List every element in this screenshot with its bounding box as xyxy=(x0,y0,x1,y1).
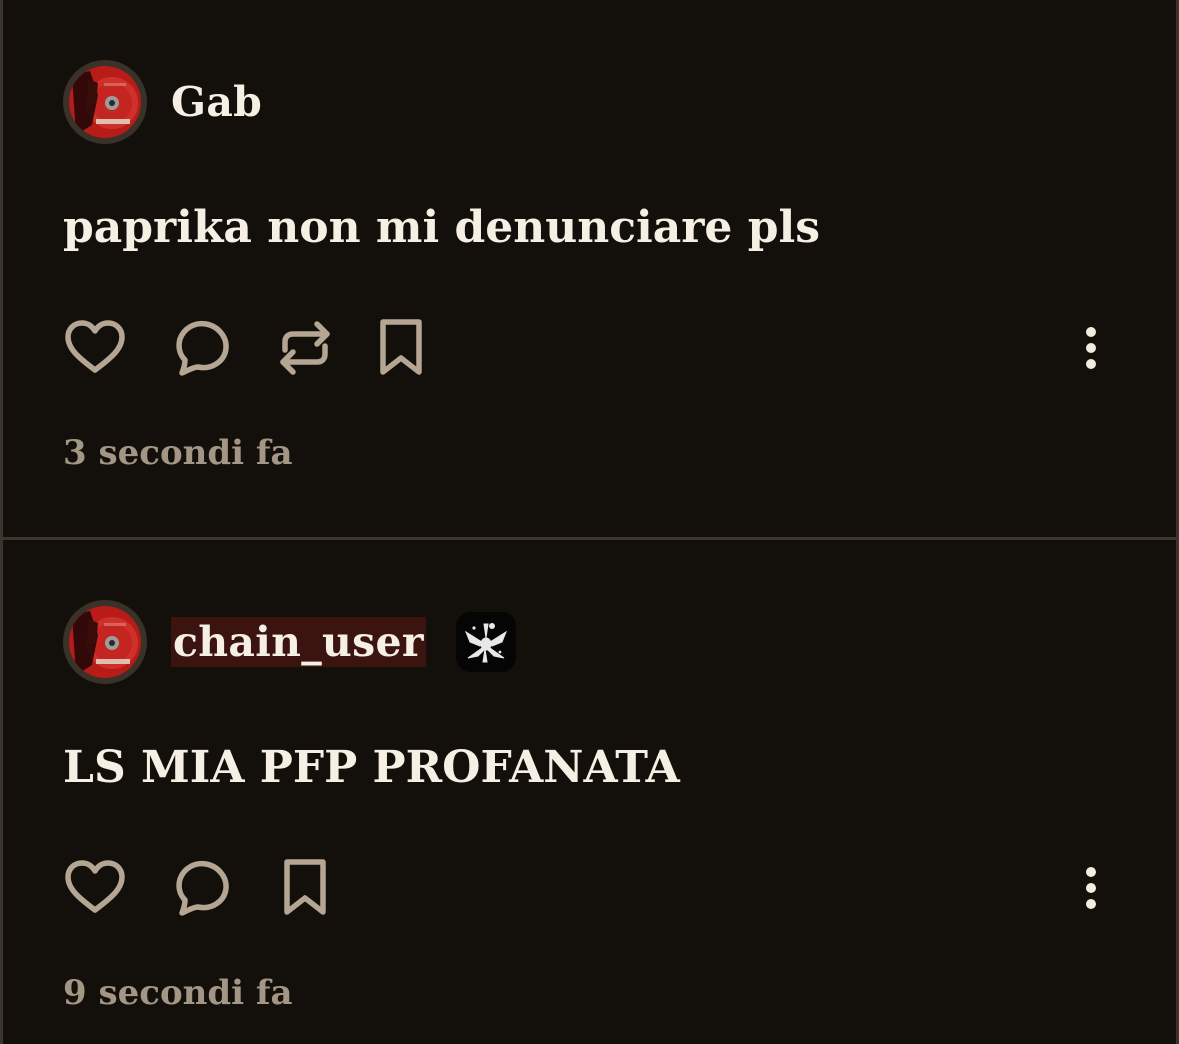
bookmark-button[interactable] xyxy=(369,316,433,380)
post-header: Gab xyxy=(63,60,262,144)
avatar[interactable] xyxy=(63,60,147,144)
username[interactable]: Gab xyxy=(171,77,262,127)
post-text: paprika non mi denunciare pls xyxy=(63,202,820,253)
more-options-button[interactable] xyxy=(1059,856,1123,920)
soldier-badge-icon xyxy=(464,623,507,663)
post: Gab paprika non mi denunciare pls 3 seco… xyxy=(3,0,1176,537)
bookmark-button[interactable] xyxy=(273,856,337,920)
post-timestamp: 3 secondi fa xyxy=(63,433,293,473)
more-vertical-icon xyxy=(1086,867,1096,909)
comment-button[interactable] xyxy=(171,856,235,920)
comment-icon xyxy=(176,860,229,916)
repost-icon xyxy=(280,321,330,375)
more-vertical-icon xyxy=(1086,327,1096,369)
post-text: LS MIA PFP PROFANATA xyxy=(63,742,680,793)
comment-icon xyxy=(176,320,229,376)
repost-button[interactable] xyxy=(273,316,337,380)
action-bar xyxy=(63,316,1123,380)
username[interactable]: chain_user xyxy=(171,617,426,667)
comment-button[interactable] xyxy=(171,316,235,380)
bookmark-icon xyxy=(380,319,422,375)
post-timestamp: 9 secondi fa xyxy=(63,973,293,1013)
like-button[interactable] xyxy=(63,316,127,380)
post: chain_user LS MIA PFP PROFANATA 9 second… xyxy=(3,540,1176,1044)
bookmark-icon xyxy=(284,859,326,915)
avatar[interactable] xyxy=(63,600,147,684)
post-header: chain_user xyxy=(63,600,516,684)
heart-icon xyxy=(65,320,125,373)
more-options-button[interactable] xyxy=(1059,316,1123,380)
heart-icon xyxy=(65,860,125,913)
like-button[interactable] xyxy=(63,856,127,920)
action-bar xyxy=(63,856,1123,920)
user-badge xyxy=(455,612,516,672)
